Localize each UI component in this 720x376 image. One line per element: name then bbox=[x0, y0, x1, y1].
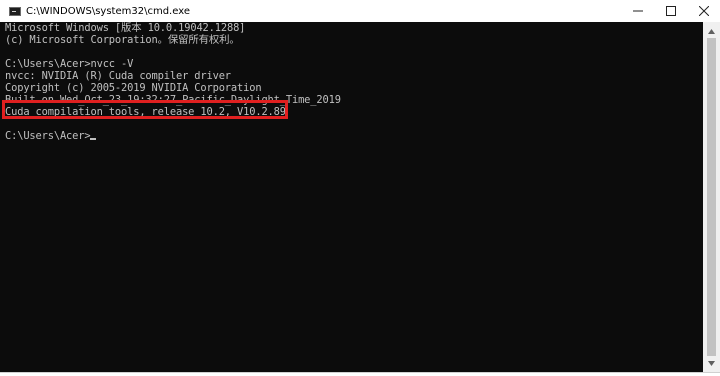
minimize-icon bbox=[632, 10, 643, 12]
scroll-down-button[interactable] bbox=[703, 356, 720, 370]
close-icon bbox=[698, 6, 709, 16]
vertical-scrollbar[interactable] bbox=[703, 22, 720, 372]
console-line: Copyright (c) 2005-2019 NVIDIA Corporati… bbox=[5, 82, 262, 94]
console-line: (c) Microsoft Corporation。保留所有权利。 bbox=[5, 34, 240, 46]
console-line: Microsoft Windows [版本 10.0.19042.1288] bbox=[5, 22, 246, 34]
scroll-thumb[interactable] bbox=[707, 38, 716, 356]
text-cursor bbox=[90, 138, 97, 140]
highlight-box bbox=[2, 100, 288, 119]
window-title: C:\WINDOWS\system32\cmd.exe bbox=[26, 5, 190, 17]
console-prompt-line: C:\Users\Acer> bbox=[5, 130, 97, 142]
console-output[interactable]: Microsoft Windows [版本 10.0.19042.1288] (… bbox=[0, 22, 703, 372]
scroll-down-arrow-icon bbox=[708, 360, 715, 366]
console-prompt: C:\Users\Acer> bbox=[5, 130, 91, 142]
cmd-window: C:\WINDOWS\system32\cmd.exe Microsoft Wi… bbox=[0, 0, 720, 376]
close-button[interactable] bbox=[687, 0, 720, 22]
maximize-icon bbox=[665, 6, 676, 16]
title-bar[interactable]: C:\WINDOWS\system32\cmd.exe bbox=[0, 0, 720, 22]
window-controls bbox=[621, 0, 720, 22]
console-app-icon[interactable] bbox=[9, 6, 21, 16]
minimize-button[interactable] bbox=[621, 0, 654, 22]
console-line: nvcc: NVIDIA (R) Cuda compiler driver bbox=[5, 70, 231, 82]
window-bottom-edge bbox=[0, 372, 720, 376]
scroll-up-button[interactable] bbox=[703, 24, 720, 38]
scroll-up-arrow-icon bbox=[708, 28, 715, 34]
maximize-button[interactable] bbox=[654, 0, 687, 22]
console-line: C:\Users\Acer>nvcc -V bbox=[5, 58, 134, 70]
